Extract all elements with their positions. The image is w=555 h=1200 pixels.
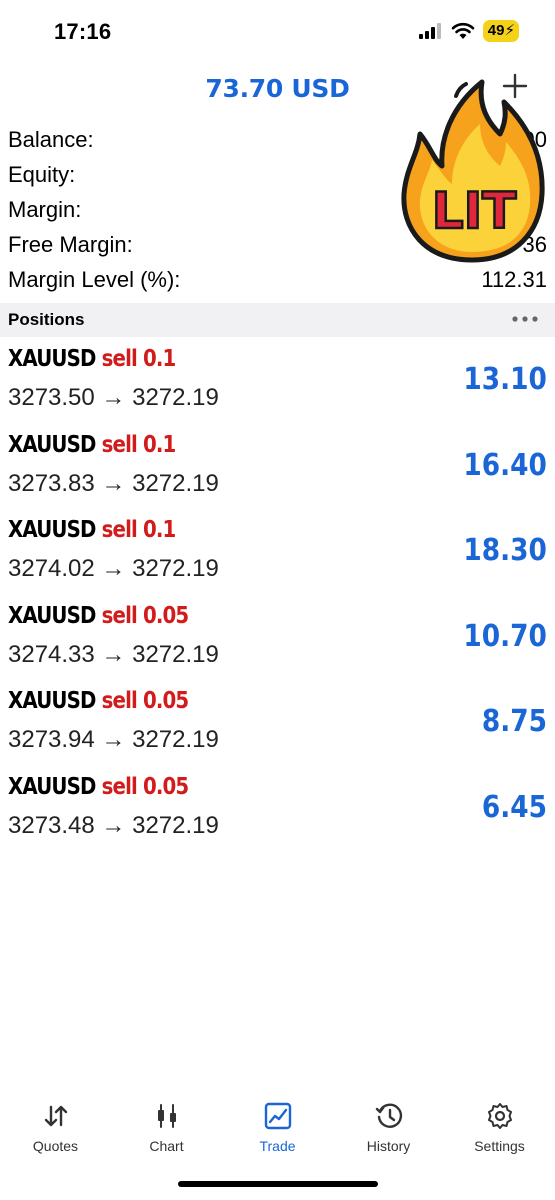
position-symbol: XAUUSD [8, 431, 96, 458]
tab-trade[interactable]: Trade [222, 1090, 333, 1170]
chart-icon [157, 1104, 176, 1128]
tab-chart-label: Chart [149, 1138, 184, 1154]
lit-fire-sticker: LIT [401, 79, 545, 263]
position-title: XAUUSD sell 0.1 [8, 346, 177, 372]
tab-settings-label: Settings [474, 1138, 525, 1154]
tab-history[interactable]: History [333, 1090, 444, 1170]
position-row[interactable]: XAUUSD sell 0.05 3273.94 → 3272.19 8.75 [0, 680, 555, 766]
position-title: XAUUSD sell 0.05 [8, 602, 190, 629]
position-side-volume: sell 0.05 [101, 602, 190, 629]
tab-history-label: History [366, 1138, 411, 1154]
position-side-volume: sell 0.05 [101, 688, 190, 714]
equity-label: Equity: [8, 162, 76, 187]
trade-icon [264, 1102, 291, 1130]
position-title: XAUUSD sell 0.05 [8, 688, 190, 714]
position-profit: 8.75 [481, 704, 547, 739]
balance-label: Balance: [8, 127, 94, 152]
position-prices: 3274.33 → 3272.19 [8, 640, 219, 668]
more-options-icon[interactable] [511, 312, 539, 326]
position-row[interactable]: XAUUSD sell 0.05 3273.48 → 3272.19 6.45 [0, 766, 555, 852]
tab-quotes-label: Quotes [32, 1138, 79, 1154]
position-symbol: XAUUSD [8, 346, 96, 372]
tab-chart[interactable]: Chart [111, 1090, 222, 1170]
history-icon [375, 1103, 402, 1128]
position-title: XAUUSD sell 0.1 [8, 517, 177, 543]
position-symbol: XAUUSD [8, 688, 96, 714]
position-prices: 3273.83 → 3272.19 [8, 469, 219, 497]
wifi-icon [451, 22, 475, 39]
status-bar: 17:16 49⚡ [0, 0, 555, 62]
position-symbol: XAUUSD [8, 517, 96, 543]
position-title: XAUUSD sell 0.1 [8, 431, 177, 458]
position-profit: 13.10 [463, 362, 547, 397]
battery-indicator: 49⚡ [482, 20, 519, 42]
position-profit: 16.40 [463, 447, 547, 483]
charging-bolt-icon: ⚡ [504, 22, 515, 39]
position-prices: 3273.48 → 3272.19 [8, 811, 219, 839]
position-profit: 6.45 [481, 789, 547, 825]
position-row[interactable]: XAUUSD sell 0.1 3273.83 → 3272.19 16.40 [0, 424, 555, 510]
quotes-icon [44, 1105, 67, 1127]
position-side-volume: sell 0.1 [101, 431, 177, 458]
positions-title: Positions [8, 310, 85, 329]
position-title: XAUUSD sell 0.05 [8, 773, 190, 800]
position-row[interactable]: XAUUSD sell 0.1 3273.50 → 3272.19 13.10 [0, 338, 555, 424]
bottom-tab-bar: Quotes Chart Trade History Settings [0, 1090, 555, 1170]
position-profit: 18.30 [463, 533, 547, 568]
margin-level-label: Margin Level (%): [8, 267, 181, 292]
position-side-volume: sell 0.05 [101, 773, 190, 800]
position-symbol: XAUUSD [8, 602, 96, 629]
position-row[interactable]: XAUUSD sell 0.1 3274.02 → 3272.19 18.30 [0, 509, 555, 595]
tab-trade-label: Trade [259, 1138, 296, 1154]
status-time: 17:16 [54, 19, 112, 44]
position-side-volume: sell 0.1 [101, 517, 177, 543]
battery-level: 49 [487, 22, 505, 39]
summary-row-margin-level: Margin Level (%): 112.31 [0, 262, 555, 297]
positions-section-header: Positions [0, 303, 555, 337]
margin-label: Margin: [8, 197, 82, 222]
status-icons: 49⚡ [418, 20, 519, 42]
position-profit: 10.70 [463, 618, 547, 654]
position-row[interactable]: XAUUSD sell 0.05 3274.33 → 3272.19 10.70 [0, 595, 555, 681]
position-prices: 3274.02 → 3272.19 [8, 555, 219, 582]
positions-list: XAUUSD sell 0.1 3273.50 → 3272.19 13.10 … [0, 338, 555, 851]
tab-quotes[interactable]: Quotes [0, 1090, 111, 1170]
sticker-text: LIT [432, 182, 517, 240]
position-symbol: XAUUSD [8, 773, 96, 800]
position-prices: 3273.50 → 3272.19 [8, 384, 219, 411]
home-indicator [178, 1181, 378, 1187]
position-prices: 3273.94 → 3272.19 [8, 726, 219, 753]
free-margin-label: Free Margin: [8, 232, 133, 257]
margin-level-value: 112.31 [481, 267, 547, 292]
position-side-volume: sell 0.1 [101, 346, 177, 372]
cellular-signal-icon [418, 23, 441, 39]
tab-settings[interactable]: Settings [444, 1090, 555, 1170]
settings-icon [487, 1103, 512, 1129]
